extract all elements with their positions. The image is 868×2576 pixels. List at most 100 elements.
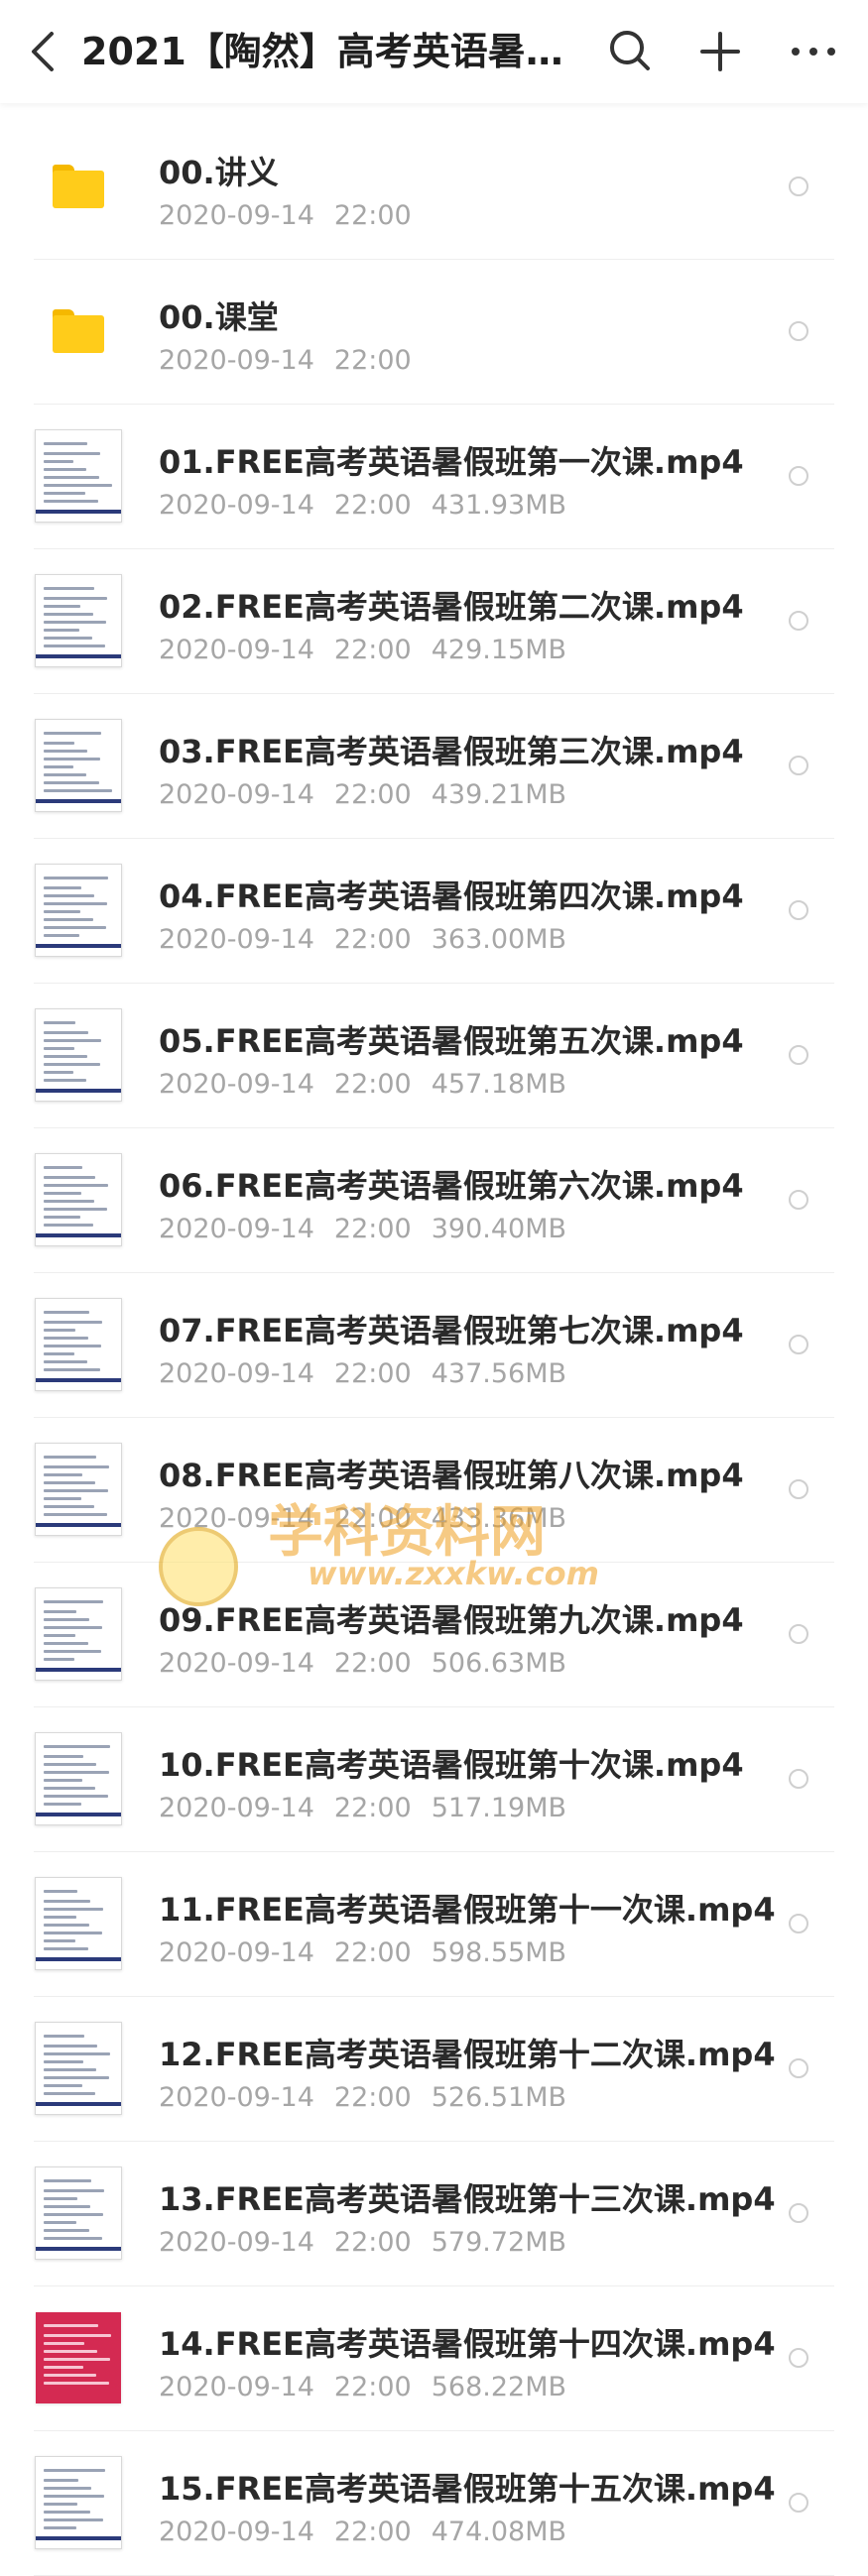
- file-size: 439.21MB: [431, 779, 567, 810]
- select-radio[interactable]: [789, 1335, 808, 1354]
- file-name: 05.FREE高考英语暑假班第五次课.mp4: [159, 1022, 744, 1060]
- file-size: 517.19MB: [431, 1793, 567, 1823]
- page-title: 2021【陶然】高考英语暑假...: [81, 30, 597, 73]
- file-size: 598.55MB: [431, 1937, 567, 1968]
- file-name: 12.FREE高考英语暑假班第十二次课.mp4: [159, 2036, 776, 2073]
- file-meta: 2020-09-14 22:00: [159, 343, 794, 379]
- select-radio[interactable]: [789, 321, 808, 341]
- video-thumbnail: [34, 1442, 123, 1537]
- file-name: 00.讲义: [159, 154, 279, 191]
- select-radio[interactable]: [789, 466, 808, 486]
- file-row[interactable]: 08.FREE高考英语暑假班第八次课.mp4 2020-09-14 22:00 433…: [34, 1418, 834, 1563]
- file-date: 2020-09-14: [159, 924, 314, 955]
- file-name: 00.课堂: [159, 298, 279, 336]
- file-time: 22:00: [333, 1069, 412, 1100]
- select-radio[interactable]: [789, 1914, 808, 1933]
- file-row[interactable]: 15.FREE高考英语暑假班第十五次课.mp4 2020-09-14 22:00 47…: [34, 2431, 834, 2576]
- file-date: 2020-09-14: [159, 1648, 314, 1679]
- file-name: 09.FREE高考英语暑假班第九次课.mp4: [159, 1601, 744, 1639]
- video-thumbnail: [34, 2455, 123, 2550]
- file-date: 2020-09-14: [159, 2517, 314, 2547]
- file-meta: 2020-09-14 22:00 526.51MB: [159, 2080, 794, 2116]
- file-size: 437.56MB: [431, 1358, 567, 1389]
- file-name: 04.FREE高考英语暑假班第四次课.mp4: [159, 878, 744, 915]
- search-button[interactable]: [601, 22, 661, 81]
- select-radio[interactable]: [789, 2493, 808, 2513]
- file-time: 22:00: [333, 1503, 412, 1534]
- file-size: 363.00MB: [431, 924, 567, 955]
- file-meta: 2020-09-14 22:00 437.56MB: [159, 1356, 794, 1392]
- select-radio[interactable]: [789, 900, 808, 920]
- file-row[interactable]: 11.FREE高考英语暑假班第十一次课.mp4 2020-09-14 22:00 59…: [34, 1852, 834, 1997]
- file-name: 13.FREE高考英语暑假班第十三次课.mp4: [159, 2180, 776, 2218]
- file-date: 2020-09-14: [159, 1069, 314, 1100]
- select-radio[interactable]: [789, 1624, 808, 1644]
- back-arrow-icon: [32, 32, 54, 71]
- file-time: 22:00: [333, 924, 412, 955]
- file-time: 22:00: [333, 779, 412, 810]
- file-meta: 2020-09-14 22:00 568.22MB: [159, 2370, 794, 2405]
- file-meta: 2020-09-14 22:00 431.93MB: [159, 488, 794, 524]
- select-radio[interactable]: [789, 1045, 808, 1065]
- file-row[interactable]: 01.FREE高考英语暑假班第一次课.mp4 2020-09-14 22:00 431…: [34, 405, 834, 549]
- file-row[interactable]: 00.讲义 2020-09-14 22:00: [34, 115, 834, 260]
- file-row[interactable]: 09.FREE高考英语暑假班第九次课.mp4 2020-09-14 22:00 506…: [34, 1563, 834, 1707]
- file-meta: 2020-09-14 22:00 439.21MB: [159, 777, 794, 813]
- plus-icon: [700, 32, 740, 71]
- select-radio[interactable]: [789, 1769, 808, 1789]
- file-date: 2020-09-14: [159, 779, 314, 810]
- file-meta: 2020-09-14 22:00 363.00MB: [159, 922, 794, 958]
- file-row[interactable]: 04.FREE高考英语暑假班第四次课.mp4 2020-09-14 22:00 363…: [34, 839, 834, 984]
- video-thumbnail: [34, 2166, 123, 2261]
- file-row[interactable]: 00.课堂 2020-09-14 22:00: [34, 260, 834, 405]
- file-row[interactable]: 14.FREE高考英语暑假班第十四次课.mp4 2020-09-14 22:00 56…: [34, 2286, 834, 2431]
- more-button[interactable]: [784, 22, 843, 81]
- file-name: 10.FREE高考英语暑假班第十次课.mp4: [159, 1746, 744, 1784]
- file-name: 15.FREE高考英语暑假班第十五次课.mp4: [159, 2470, 776, 2508]
- file-meta: 2020-09-14 22:00 579.72MB: [159, 2225, 794, 2261]
- file-size: 457.18MB: [431, 1069, 567, 1100]
- more-dots-icon: [792, 48, 835, 56]
- file-meta: 2020-09-14 22:00 598.55MB: [159, 1935, 794, 1971]
- select-radio[interactable]: [789, 2348, 808, 2368]
- video-thumbnail: [34, 1152, 123, 1247]
- file-time: 22:00: [333, 2227, 412, 2258]
- file-list: 00.讲义 2020-09-14 22:00 00.课堂 2020-09-14 22:00…: [0, 115, 868, 2576]
- select-radio[interactable]: [789, 176, 808, 196]
- select-radio[interactable]: [789, 1190, 808, 1210]
- video-thumbnail: [34, 428, 123, 524]
- select-radio[interactable]: [789, 2203, 808, 2223]
- file-row[interactable]: 12.FREE高考英语暑假班第十二次课.mp4 2020-09-14 22:00 52…: [34, 1997, 834, 2142]
- select-radio[interactable]: [789, 756, 808, 775]
- video-thumbnail: [34, 1297, 123, 1392]
- video-thumbnail: [34, 2310, 123, 2405]
- file-name: 07.FREE高考英语暑假班第七次课.mp4: [159, 1312, 744, 1349]
- video-thumbnail: [34, 1007, 123, 1103]
- folder-icon: [34, 284, 123, 379]
- add-button[interactable]: [690, 22, 750, 81]
- file-row[interactable]: 07.FREE高考英语暑假班第七次课.mp4 2020-09-14 22:00 437…: [34, 1273, 834, 1418]
- select-radio[interactable]: [789, 1479, 808, 1499]
- select-radio[interactable]: [789, 2058, 808, 2078]
- file-time: 22:00: [333, 490, 412, 521]
- video-thumbnail: [34, 1586, 123, 1682]
- video-thumbnail: [34, 1876, 123, 1971]
- file-row[interactable]: 03.FREE高考英语暑假班第三次课.mp4 2020-09-14 22:00 439…: [34, 694, 834, 839]
- file-name: 14.FREE高考英语暑假班第十四次课.mp4: [159, 2325, 776, 2363]
- file-row[interactable]: 13.FREE高考英语暑假班第十三次课.mp4 2020-09-14 22:00 57…: [34, 2142, 834, 2286]
- select-radio[interactable]: [789, 611, 808, 631]
- file-meta: 2020-09-14 22:00 433.36MB: [159, 1501, 794, 1537]
- top-bar: 2021【陶然】高考英语暑假...: [0, 0, 868, 103]
- video-thumbnail: [34, 573, 123, 668]
- file-meta: 2020-09-14 22:00 390.40MB: [159, 1212, 794, 1247]
- back-button[interactable]: [22, 22, 65, 81]
- file-date: 2020-09-14: [159, 345, 314, 376]
- file-meta: 2020-09-14 22:00 474.08MB: [159, 2515, 794, 2550]
- file-row[interactable]: 02.FREE高考英语暑假班第二次课.mp4 2020-09-14 22:00 429…: [34, 549, 834, 694]
- file-row[interactable]: 05.FREE高考英语暑假班第五次课.mp4 2020-09-14 22:00 457…: [34, 984, 834, 1128]
- file-row[interactable]: 06.FREE高考英语暑假班第六次课.mp4 2020-09-14 22:00 390…: [34, 1128, 834, 1273]
- file-time: 22:00: [333, 345, 412, 376]
- file-row[interactable]: 10.FREE高考英语暑假班第十次课.mp4 2020-09-14 22:00 517…: [34, 1707, 834, 1852]
- file-date: 2020-09-14: [159, 1793, 314, 1823]
- file-size: 579.72MB: [431, 2227, 567, 2258]
